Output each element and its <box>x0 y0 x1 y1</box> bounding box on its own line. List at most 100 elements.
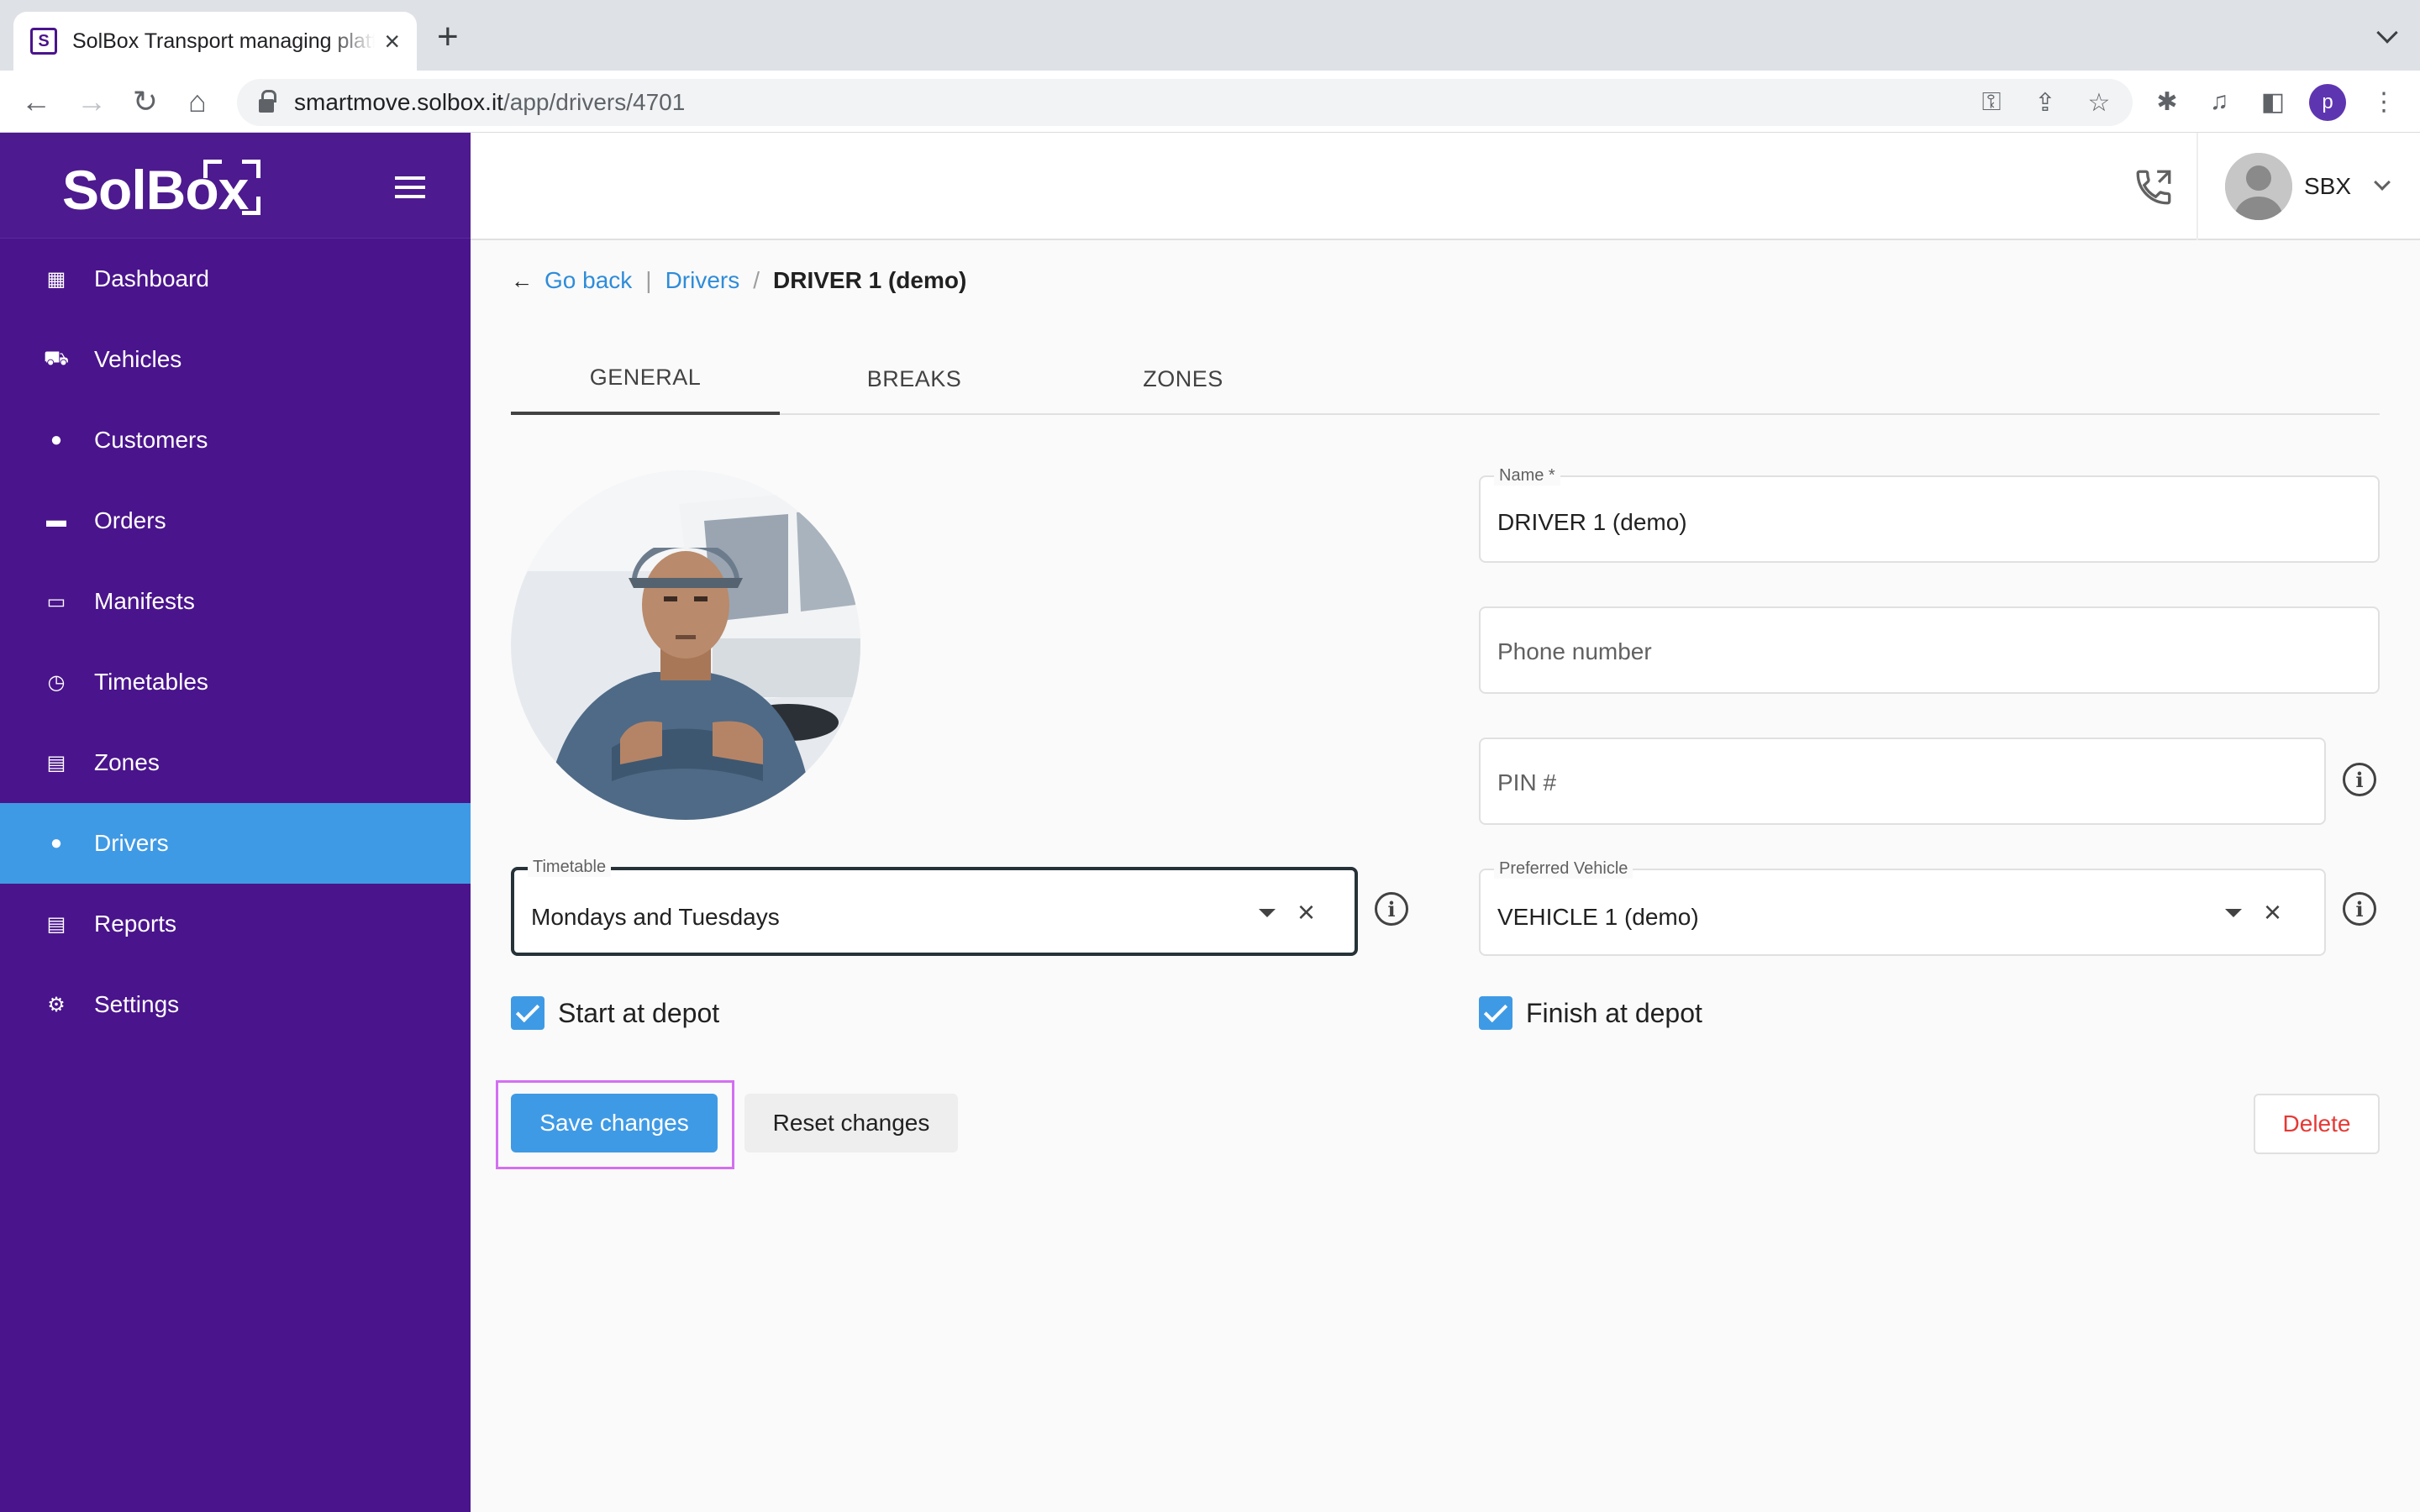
share-icon[interactable]: ⇪ <box>2028 86 2062 119</box>
phone-number-placeholder: Phone number <box>1497 638 1652 664</box>
pin-info-icon[interactable]: i <box>2343 763 2376 796</box>
breadcrumb-separator: | <box>645 267 652 293</box>
hamburger-menu-icon[interactable] <box>395 176 425 198</box>
sidebar-item-customers[interactable]: ● Customers <box>0 400 471 480</box>
truck-icon: ⛟ <box>43 347 70 370</box>
sidebar-item-reports[interactable]: ▤ Reports <box>0 884 471 964</box>
favicon-icon: S <box>30 28 57 55</box>
pin-placeholder: PIN # <box>1497 769 1557 795</box>
preferred-vehicle-value: VEHICLE 1 (demo) <box>1497 904 1699 930</box>
start-at-depot-label[interactable]: Start at depot <box>558 998 719 1029</box>
sidebar-menu: ▦ Dashboard ⛟ Vehicles ● Customers ▬ Ord… <box>0 239 471 1045</box>
finish-at-depot-checkbox[interactable] <box>1479 996 1512 1030</box>
pin-field[interactable]: PIN # <box>1479 738 2326 825</box>
manifest-icon: ▭ <box>46 590 66 613</box>
reload-icon[interactable]: ↻ <box>124 81 166 123</box>
browser-tab[interactable]: S SolBox Transport managing platform × <box>13 12 417 71</box>
zones-icon: ▤ <box>46 751 66 774</box>
tab-search-chevron-icon[interactable] <box>2376 22 2398 44</box>
url-path: /app/drivers/4701 <box>502 89 686 115</box>
preferred-vehicle-select[interactable]: Preferred Vehicle VEHICLE 1 (demo) × <box>1479 858 2326 956</box>
user-avatar[interactable] <box>2225 153 2292 220</box>
person-icon: ● <box>50 428 63 451</box>
start-at-depot-checkbox[interactable] <box>511 996 544 1030</box>
sidebar-item-label: Reports <box>94 911 177 937</box>
clear-icon[interactable]: × <box>2264 897 2281 927</box>
sidebar-item-label: Timetables <box>94 669 208 695</box>
delete-button[interactable]: Delete <box>2254 1094 2380 1154</box>
key-icon[interactable]: ⚿ <box>1975 86 2008 119</box>
folder-icon: ▬ <box>46 509 66 532</box>
sidebar-item-label: Orders <box>94 507 166 533</box>
address-bar[interactable]: smartmove.solbox.it/app/drivers/4701 ⚿ ⇪… <box>237 79 2133 126</box>
driver-photo[interactable] <box>511 470 860 820</box>
name-field-value: DRIVER 1 (demo) <box>1497 509 1687 535</box>
url-host: smartmove.solbox.it <box>294 89 503 115</box>
browser-tab-title: SolBox Transport managing platform <box>72 29 375 53</box>
sidebar-item-vehicles[interactable]: ⛟ Vehicles <box>0 319 471 400</box>
chevron-down-icon[interactable] <box>2374 174 2391 191</box>
tab-breaks[interactable]: BREAKS <box>780 343 1049 415</box>
tab-zones[interactable]: ZONES <box>1049 343 1318 415</box>
person-icon: ● <box>50 832 63 854</box>
logo-bracket-icon <box>242 197 260 215</box>
side-panel-icon[interactable]: ◧ <box>2255 84 2291 119</box>
sidebar-item-orders[interactable]: ▬ Orders <box>0 480 471 561</box>
sidebar-item-zones[interactable]: ▤ Zones <box>0 722 471 803</box>
forward-arrow-icon[interactable]: → <box>71 81 113 123</box>
finish-at-depot-label[interactable]: Finish at depot <box>1526 998 1702 1029</box>
clear-icon[interactable]: × <box>1297 897 1315 927</box>
sidebar-item-drivers[interactable]: ● Drivers <box>0 803 471 884</box>
tab-close-icon[interactable]: × <box>384 28 400 55</box>
sidebar-item-label: Vehicles <box>94 346 182 372</box>
sidebar-item-label: Drivers <box>94 830 169 856</box>
lock-icon <box>259 90 276 113</box>
app-header: SBX <box>471 133 2420 240</box>
media-icon[interactable]: ♫ <box>2202 84 2237 119</box>
sidebar-item-settings[interactable]: ⚙ Settings <box>0 964 471 1045</box>
reset-changes-button[interactable]: Reset changes <box>744 1094 958 1152</box>
sidebar-item-dashboard[interactable]: ▦ Dashboard <box>0 239 471 319</box>
logo-bracket-icon <box>203 160 222 178</box>
sidebar-item-label: Customers <box>94 427 208 453</box>
timetable-select[interactable]: Timetable Mondays and Tuesdays × <box>511 857 1358 956</box>
timetable-label: Timetable <box>528 857 612 877</box>
sidebar: SolBox ▦ Dashboard ⛟ Vehicles ● Customer… <box>0 133 471 1512</box>
more-menu-icon[interactable]: ⋮ <box>2366 84 2402 119</box>
breadcrumb: ← Go back | Drivers / DRIVER 1 (demo) <box>511 267 966 294</box>
new-tab-icon[interactable]: + <box>437 18 459 55</box>
sidebar-item-label: Settings <box>94 991 180 1017</box>
star-icon[interactable]: ☆ <box>2082 86 2116 119</box>
logo-bracket-icon <box>242 160 260 178</box>
clock-icon: ◷ <box>47 670 66 694</box>
tab-general[interactable]: GENERAL <box>511 343 780 415</box>
name-field[interactable]: Name * DRIVER 1 (demo) <box>1479 465 2380 563</box>
user-silhouette-icon <box>2225 153 2292 220</box>
vehicle-info-icon[interactable]: i <box>2343 892 2376 926</box>
breadcrumb-current: DRIVER 1 (demo) <box>773 267 967 293</box>
gear-icon: ⚙ <box>47 993 66 1016</box>
profile-avatar[interactable]: p <box>2309 84 2346 121</box>
phone-forward-icon[interactable] <box>2133 166 2175 208</box>
save-changes-button[interactable]: Save changes <box>511 1094 718 1152</box>
user-name[interactable]: SBX <box>2304 173 2351 200</box>
drivers-link[interactable]: Drivers <box>666 267 740 294</box>
extensions-icon[interactable]: ✱ <box>2149 84 2185 119</box>
preferred-vehicle-label: Preferred Vehicle <box>1494 858 1634 879</box>
sidebar-item-label: Zones <box>94 749 160 775</box>
home-icon[interactable]: ⌂ <box>176 81 218 123</box>
back-arrow-icon[interactable]: ← <box>15 81 57 123</box>
breadcrumb-separator: / <box>753 267 760 293</box>
sidebar-item-manifests[interactable]: ▭ Manifests <box>0 561 471 642</box>
back-arrow-icon[interactable]: ← <box>511 268 533 294</box>
go-back-link[interactable]: Go back <box>544 267 632 294</box>
sidebar-item-label: Dashboard <box>94 265 209 291</box>
timetable-info-icon[interactable]: i <box>1375 892 1408 926</box>
logo-row: SolBox <box>0 133 471 239</box>
dashboard-icon: ▦ <box>46 267 66 291</box>
driver-photo-image <box>511 470 860 820</box>
sidebar-item-timetables[interactable]: ◷ Timetables <box>0 642 471 722</box>
phone-number-field[interactable]: Phone number <box>1479 606 2380 694</box>
dropdown-arrow-icon[interactable] <box>2225 909 2242 917</box>
dropdown-arrow-icon[interactable] <box>1259 909 1276 917</box>
